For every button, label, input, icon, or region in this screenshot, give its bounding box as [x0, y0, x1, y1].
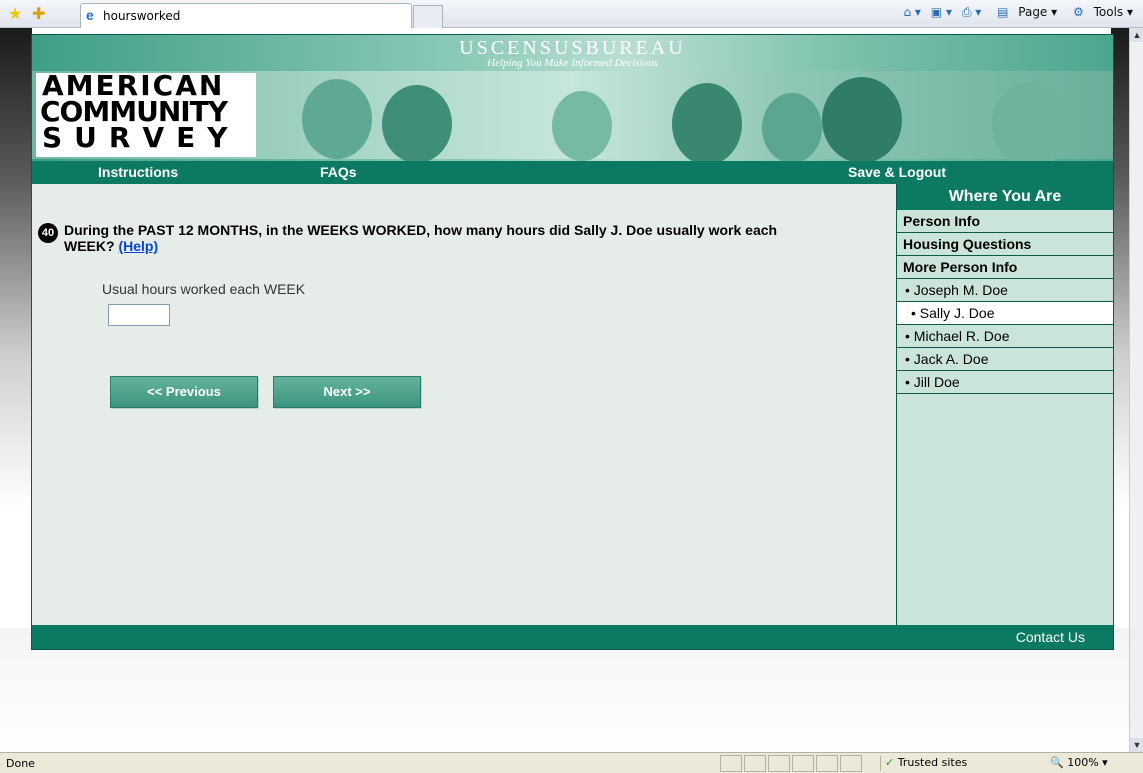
scroll-up-arrow-icon[interactable]: ▲ — [1130, 28, 1143, 42]
site-footer: Contact Us — [32, 626, 1113, 648]
where-you-are-sidebar: Where You Are Person Info Housing Questi… — [896, 184, 1113, 625]
status-cell — [744, 755, 766, 772]
banner-face — [302, 79, 372, 159]
banner-face — [822, 77, 902, 161]
sidebar-item-person-info[interactable]: Person Info — [897, 210, 1113, 233]
sidebar-person-joseph[interactable]: • Joseph M. Doe — [897, 279, 1113, 302]
sidebar-item-housing-questions[interactable]: Housing Questions — [897, 233, 1113, 256]
nav-save-logout[interactable]: Save & Logout — [848, 164, 946, 180]
gear-icon: ⚙ — [1073, 5, 1084, 19]
banner-face — [382, 85, 452, 161]
contact-us-link[interactable]: Contact Us — [1016, 629, 1085, 645]
add-favorites-icon[interactable]: ✚ — [32, 4, 45, 24]
home-icon[interactable]: ⌂ ▾ — [904, 5, 921, 19]
vertical-scrollbar[interactable]: ▲ ▼ — [1129, 28, 1143, 752]
new-tab-button[interactable] — [413, 5, 443, 28]
question-number-badge: 40 — [38, 223, 58, 243]
nav-faqs[interactable]: FAQs — [320, 164, 357, 180]
previous-button[interactable]: << Previous — [110, 376, 258, 408]
zoom-icon: 🔍 — [1050, 756, 1064, 769]
question-panel: 40 During the PAST 12 MONTHS, in the WEE… — [32, 184, 896, 625]
tools-menu[interactable]: ⚙ Tools ▾ — [1067, 5, 1133, 19]
ie-page-icon: e — [86, 7, 94, 23]
page-menu[interactable]: ▤ Page ▾ — [991, 5, 1057, 19]
browser-tab[interactable]: e hoursworked — [80, 3, 412, 28]
trusted-check-icon: ✓ — [885, 756, 895, 769]
site-header: USCENSUSBUREAU Helping You Make Informed… — [32, 35, 1113, 161]
sidebar-person-sally-current[interactable]: • Sally J. Doe — [897, 302, 1113, 325]
browser-status-bar: Done ✓ Trusted sites 🔍 100% ▾ — [0, 752, 1143, 773]
help-link[interactable]: (Help) — [118, 238, 158, 254]
banner-face — [992, 81, 1072, 161]
top-nav: Instructions FAQs Save & Logout — [32, 161, 1113, 183]
status-cell — [840, 755, 862, 772]
favorites-star-icon[interactable]: ★ — [8, 4, 22, 24]
question-text: During the PAST 12 MONTHS, in the WEEKS … — [64, 222, 804, 254]
next-button[interactable]: Next >> — [273, 376, 421, 408]
status-cell — [768, 755, 790, 772]
sidebar-title: Where You Are — [897, 184, 1113, 210]
status-cell — [720, 755, 742, 772]
security-zone[interactable]: ✓ Trusted sites — [880, 756, 1041, 771]
page-icon: ▤ — [997, 5, 1009, 19]
status-cell — [816, 755, 838, 772]
acs-logo: AMERICAN COMMUNITY SURVEY — [36, 72, 256, 157]
census-tagline: Helping You Make Informed Decisions — [487, 57, 658, 69]
command-bar: ⌂ ▾ ▣ ▾ ⎙ ▾ ▤ Page ▾ ⚙ Tools ▾ — [898, 5, 1134, 20]
status-cell — [792, 755, 814, 772]
scroll-down-arrow-icon[interactable]: ▼ — [1130, 738, 1143, 752]
nav-instructions[interactable]: Instructions — [98, 164, 178, 180]
left-shadow — [0, 28, 32, 628]
browser-toolbar: ★ ✚ e hoursworked ⌂ ▾ ▣ ▾ ⎙ ▾ ▤ Page ▾ ⚙… — [0, 0, 1143, 28]
banner-face — [762, 93, 822, 161]
sidebar-person-jill[interactable]: • Jill Doe — [897, 371, 1113, 394]
print-icon[interactable]: ⎙ ▾ — [962, 5, 981, 19]
survey-page: USCENSUSBUREAU Helping You Make Informed… — [31, 34, 1114, 650]
question-prompt: During the PAST 12 MONTHS, in the WEEKS … — [64, 222, 778, 254]
zoom-control[interactable]: 🔍 100% ▾ — [1050, 756, 1108, 769]
banner-face — [552, 91, 612, 161]
feeds-icon[interactable]: ▣ ▾ — [931, 5, 952, 19]
sidebar-person-jack[interactable]: • Jack A. Doe — [897, 348, 1113, 371]
logo-line: SURVEY — [42, 121, 240, 154]
banner-face — [672, 83, 742, 161]
status-text: Done — [6, 757, 35, 770]
sidebar-item-more-person-info[interactable]: More Person Info — [897, 256, 1113, 279]
hours-input[interactable] — [108, 304, 170, 326]
hours-field-label: Usual hours worked each WEEK — [102, 281, 306, 297]
tab-title: hoursworked — [103, 9, 181, 23]
sidebar-person-michael[interactable]: • Michael R. Doe — [897, 325, 1113, 348]
